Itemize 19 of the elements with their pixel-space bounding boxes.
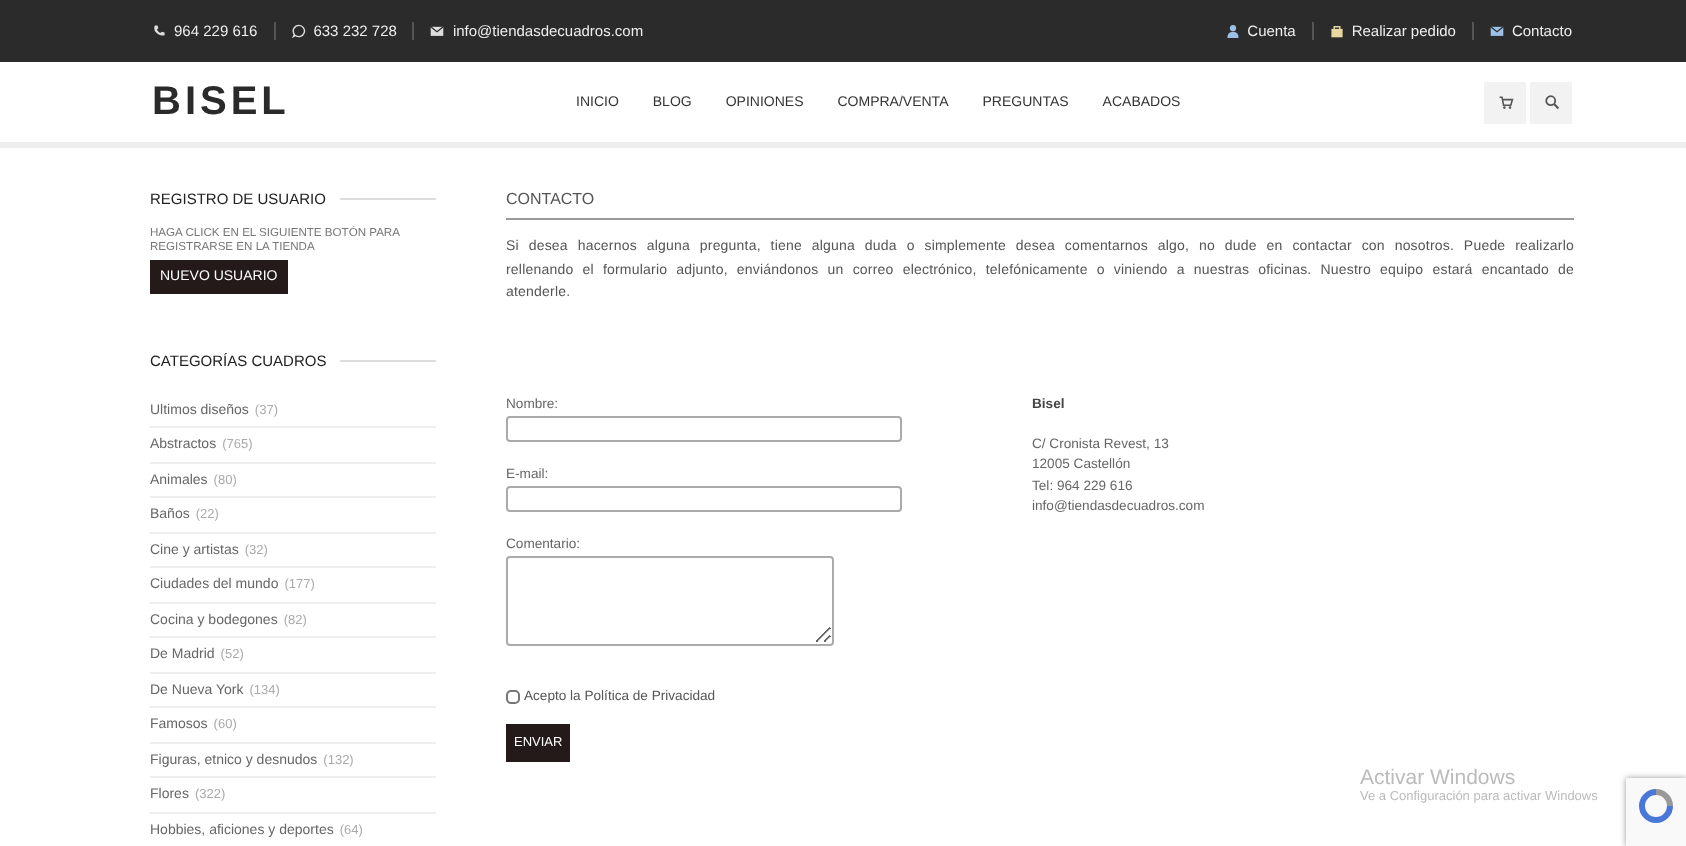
privacy-checkbox[interactable] xyxy=(506,689,520,703)
input-field[interactable] xyxy=(506,415,902,441)
input-field[interactable] xyxy=(506,485,902,511)
logo[interactable]: BISEL xyxy=(152,79,576,125)
chat-icon xyxy=(291,24,306,38)
comment-field[interactable] xyxy=(506,555,834,645)
cart-button[interactable] xyxy=(1484,81,1526,123)
search-button[interactable] xyxy=(1530,81,1572,123)
search-icon xyxy=(1543,94,1559,110)
user-icon xyxy=(1225,24,1240,38)
phone-icon xyxy=(152,24,166,38)
refresh-icon xyxy=(1636,786,1676,826)
mail-icon xyxy=(430,24,445,38)
cart-icon xyxy=(1497,94,1513,110)
activation-title: Activar Windows xyxy=(1360,766,1518,790)
bag-icon xyxy=(1329,24,1344,38)
page-title: CONTACTO xyxy=(506,190,1574,220)
captcha-badge[interactable] xyxy=(1626,778,1686,846)
mail-icon xyxy=(1489,24,1504,38)
